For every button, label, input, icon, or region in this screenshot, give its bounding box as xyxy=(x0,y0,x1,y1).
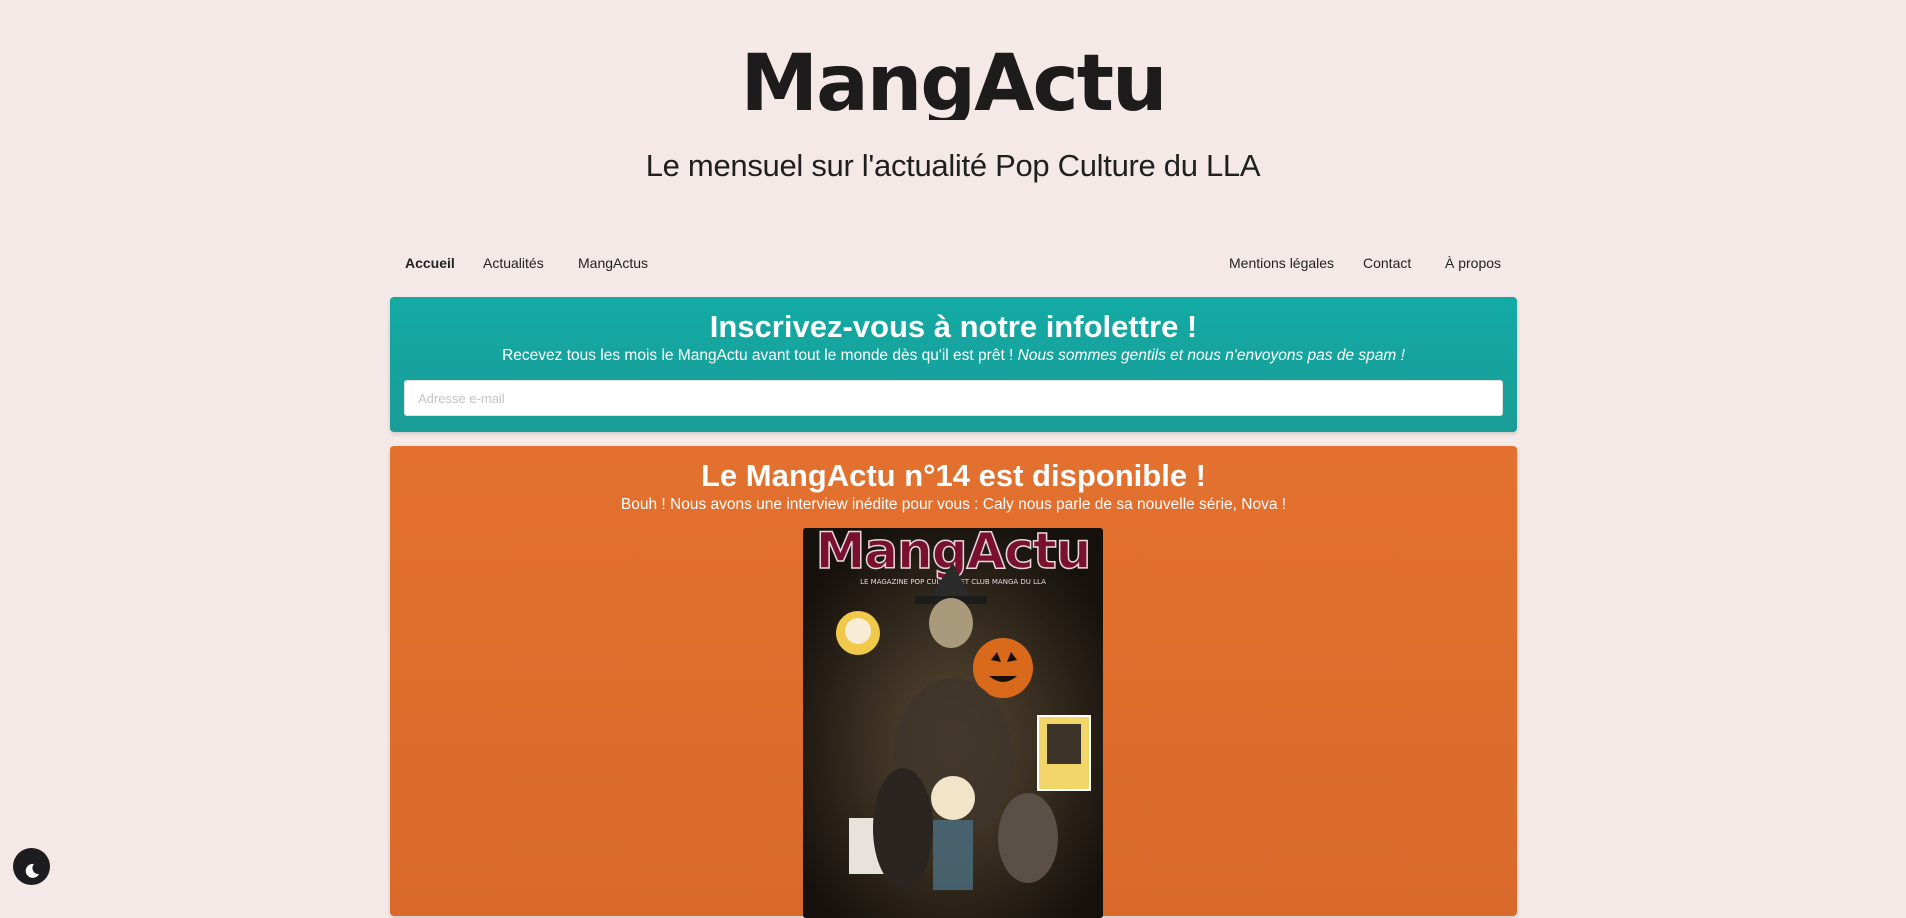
newsletter-subtitle: Recevez tous les mois le MangActu avant … xyxy=(390,347,1517,365)
nav-link-mentions-legales[interactable]: Mentions légales xyxy=(1229,255,1334,271)
nav-link-mangactus[interactable]: MangActus xyxy=(578,255,648,271)
newsletter-title: Inscrivez-vous à notre infolettre ! xyxy=(709,309,1198,344)
nav-link-contact[interactable]: Contact xyxy=(1363,255,1411,271)
release-subtitle: Bouh ! Nous avons une interview inédite … xyxy=(620,496,1287,513)
main-nav: Accueil Actualités MangActus Mentions lé… xyxy=(390,252,1517,276)
email-input[interactable] xyxy=(404,380,1503,416)
cover-artwork: MangActu LE MAGAZINE POP CULTURE ET CLUB… xyxy=(803,528,1103,918)
site-logo[interactable]: MangActu xyxy=(733,44,1173,120)
issue-release-banner: Le MangActu n°14 est disponible ! Bouh !… xyxy=(390,446,1517,918)
nav-link-actualites[interactable]: Actualités xyxy=(483,255,544,271)
newsletter-banner: Inscrivez-vous à notre infolettre ! Rece… xyxy=(390,297,1517,432)
site-tagline: Le mensuel sur l'actualité Pop Culture d… xyxy=(645,148,1261,183)
child-character xyxy=(931,776,975,820)
logo-text: MangActu xyxy=(740,44,1165,120)
release-title: Le MangActu n°14 est disponible ! xyxy=(700,458,1206,493)
newsletter-subtitle-text: Recevez tous les mois le MangActu avant … xyxy=(502,347,1018,364)
dark-mode-toggle[interactable] xyxy=(13,848,50,885)
witch-face xyxy=(929,598,973,648)
logo-graphic: MangActu xyxy=(740,44,1167,120)
issue-cover-image[interactable]: MangActu LE MAGAZINE POP CULTURE ET CLUB… xyxy=(803,528,1103,918)
newsletter-subtitle-italic: Nous sommes gentils et nous n'envoyons p… xyxy=(1017,347,1405,364)
nav-link-accueil[interactable]: Accueil xyxy=(405,255,455,271)
moon-icon xyxy=(25,863,39,878)
nav-link-a-propos[interactable]: À propos xyxy=(1445,255,1501,271)
